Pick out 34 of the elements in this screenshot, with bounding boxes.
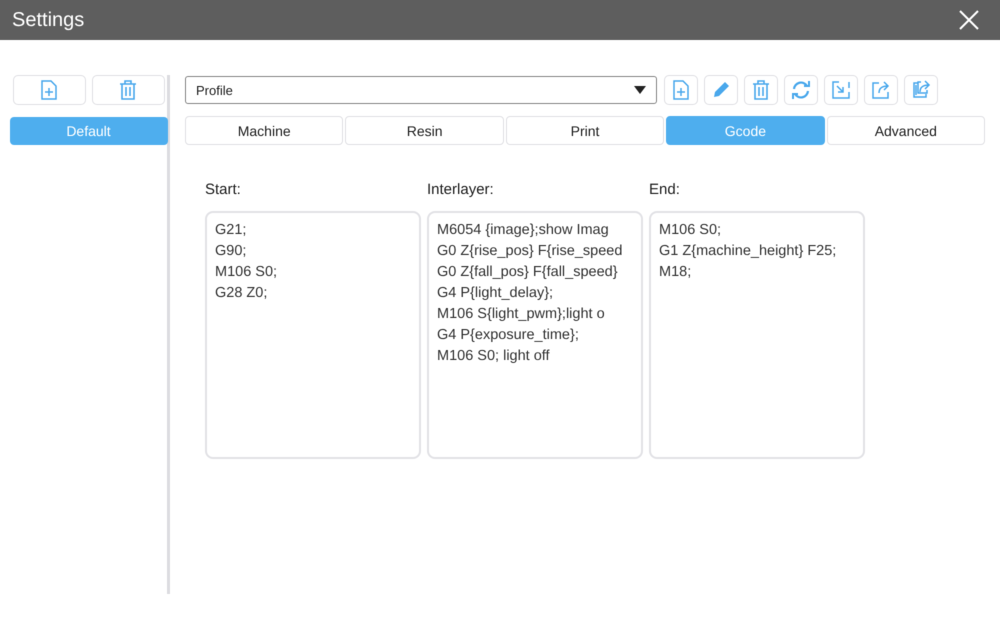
gcode-field[interactable]: M6054 {image};show Imag G0 Z{rise_pos} F{rise_speed G0 Z{fall_pos} F{fall_speed} G4 P{light_delay}; M106 S{light_pwm};light o G4 P{exposure_time}; M106 S0; light off (427, 211, 643, 459)
profile-dropdown[interactable]: Profile (185, 76, 657, 104)
field-label: Start: (205, 181, 242, 198)
window-title: Settings (12, 8, 84, 32)
field-label: Interlayer: (427, 181, 495, 198)
new-file-button[interactable] (664, 75, 698, 105)
gcode-field[interactable]: G21; G90; M106 S0; G28 Z0; (205, 211, 421, 459)
dropdown-value: Profile (196, 82, 233, 98)
trash-icon (751, 80, 771, 100)
close-icon (958, 9, 980, 31)
pencil-icon (711, 80, 731, 100)
close-button[interactable] (958, 9, 980, 31)
new-file-icon (671, 80, 691, 100)
trash-button[interactable] (744, 75, 778, 105)
tab[interactable]: Resin (345, 116, 504, 145)
tab[interactable]: Print (506, 116, 664, 145)
new-profile-button[interactable] (12, 75, 86, 105)
caret-icon (634, 86, 646, 94)
refresh-icon (791, 80, 811, 100)
gcode-field[interactable]: M106 S0; G1 Z{machine_height} F25; M18; (649, 211, 865, 459)
import-icon (831, 80, 851, 100)
copy-export-button[interactable] (904, 75, 938, 105)
tab[interactable]: Machine (185, 116, 344, 145)
export-icon (871, 80, 891, 100)
pencil-button[interactable] (704, 75, 738, 105)
copy-export-icon (911, 80, 931, 100)
new-file-icon (40, 80, 58, 100)
trash-icon (119, 80, 137, 100)
delete-button[interactable] (92, 75, 164, 105)
import-button[interactable] (824, 75, 858, 105)
refresh-button[interactable] (784, 75, 818, 105)
tab[interactable]: Advanced (826, 116, 986, 145)
export-button[interactable] (864, 75, 898, 105)
field-label: End: (649, 181, 681, 198)
